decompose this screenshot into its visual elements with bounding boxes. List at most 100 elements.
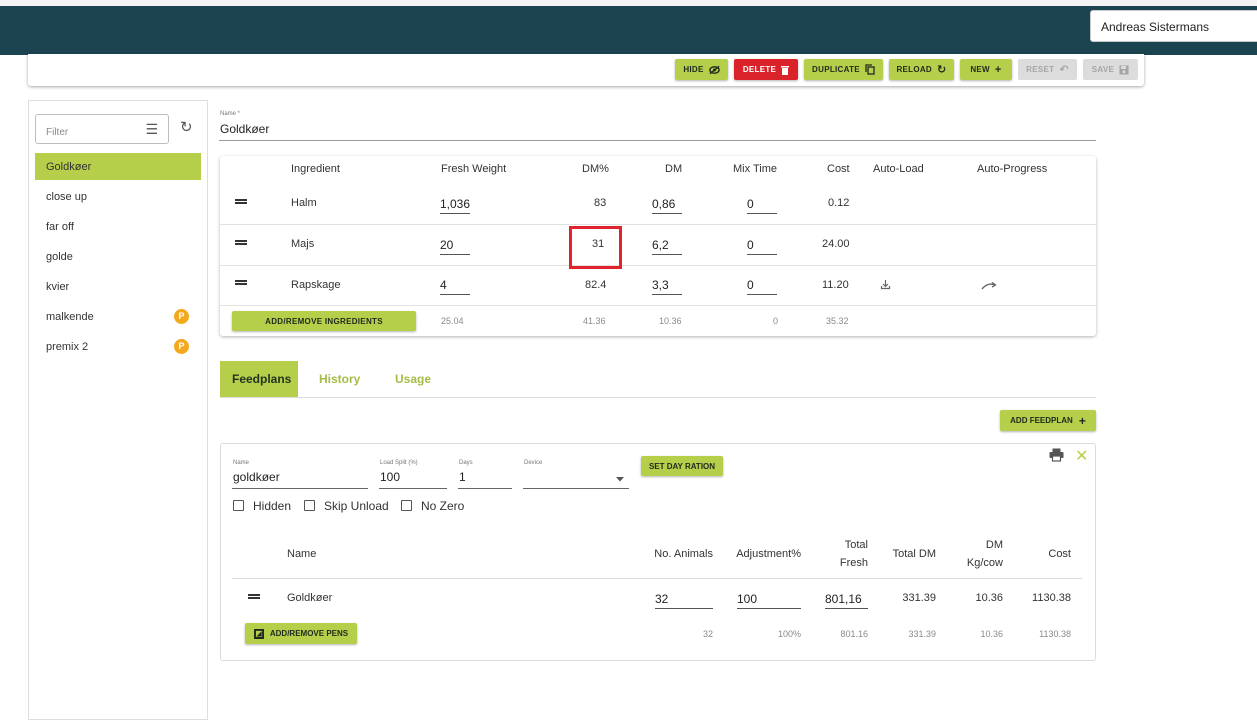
days-input[interactable]: 1 [459, 470, 466, 484]
fresh-weight-input[interactable]: 1,036 [440, 195, 470, 214]
col-ingredient: Ingredient [291, 163, 340, 175]
add-remove-pens-button[interactable]: ◩ ADD/REMOVE PENS [245, 623, 357, 644]
mix-time-input[interactable]: 0 [747, 195, 777, 214]
add-feedplan-button[interactable]: ADD FEEDPLAN + [1000, 410, 1096, 431]
feedplan-name-label: Name [233, 460, 250, 466]
user-name: Andreas Sistermans [1101, 20, 1210, 34]
new-label: NEW [970, 65, 990, 74]
total-dm-sum: 331.39 [908, 629, 936, 639]
fresh-weight-input[interactable]: 4 [440, 276, 470, 295]
dm-input[interactable]: 3,3 [652, 276, 682, 295]
highlight-box [569, 226, 622, 269]
sidebar-item-kvier[interactable]: kvier [35, 273, 201, 300]
no-animals-input[interactable]: 32 [655, 590, 713, 609]
user-menu[interactable]: Andreas Sistermans [1090, 10, 1257, 42]
auto-progress-icon[interactable] [981, 281, 997, 290]
tab-label: Usage [395, 372, 432, 386]
delete-label: DELETE [742, 65, 777, 74]
dm-input[interactable]: 0,86 [652, 195, 682, 214]
add-remove-pens-label: ADD/REMOVE PENS [269, 629, 349, 638]
total-animals: 32 [702, 629, 713, 639]
no-zero-label: No Zero [421, 499, 465, 513]
app-header [0, 6, 1257, 55]
eye-off-icon [708, 65, 720, 74]
add-remove-ingredients-button[interactable]: ADD/REMOVE INGREDIENTS [232, 311, 416, 331]
col-dm-kg-line2: Kg/cow [966, 557, 1003, 569]
sidebar-item-label: kvier [46, 281, 70, 293]
col-dm: DM [665, 163, 683, 175]
plus-icon: + [1078, 413, 1086, 428]
set-day-ration-button[interactable]: SET DAY RATION [641, 456, 723, 476]
row-divider [220, 305, 1096, 306]
delete-button[interactable]: DELETE [734, 59, 798, 80]
mix-time-input[interactable]: 0 [747, 276, 777, 295]
drag-handle-icon[interactable] [235, 199, 247, 204]
new-button[interactable]: NEW + [960, 59, 1012, 80]
hidden-checkbox[interactable] [233, 500, 244, 511]
skip-unload-checkbox[interactable] [304, 500, 315, 511]
col-cost: Cost [827, 163, 850, 175]
set-day-ration-label: SET DAY RATION [648, 461, 716, 471]
table-divider [232, 578, 1082, 579]
sidebar-item-goldkoer[interactable]: Goldkøer [35, 153, 201, 180]
tab-history[interactable]: History [307, 361, 372, 397]
hide-button[interactable]: HIDE [675, 59, 728, 80]
fresh-weight-input[interactable]: 20 [440, 236, 470, 255]
col-dm-kg-line1: DM [985, 539, 1003, 551]
reload-label: RELOAD [896, 65, 933, 74]
refresh-list-icon[interactable]: ↻ [180, 118, 193, 136]
no-zero-checkbox[interactable] [401, 500, 412, 511]
dm-input[interactable]: 6,2 [652, 236, 682, 255]
sidebar-item-close-up[interactable]: close up [35, 183, 201, 210]
input-underline [523, 488, 629, 489]
tab-label: Feedplans [232, 372, 292, 386]
total-fresh-input[interactable]: 801,16 [825, 590, 868, 609]
drag-handle-icon[interactable] [235, 280, 247, 285]
copy-icon [865, 64, 875, 75]
adjustment-input[interactable]: 100 [737, 590, 801, 609]
total-dm-value: 331.39 [902, 592, 936, 604]
cost-sum: 1130.38 [1039, 629, 1071, 639]
total-mix-time: 0 [773, 316, 779, 326]
dropdown-arrow-icon[interactable] [616, 477, 624, 482]
skip-unload-label: Skip Unload [324, 499, 389, 513]
feedplan-name-input[interactable]: goldkøer [233, 470, 280, 484]
col-auto-progress: Auto-Progress [977, 163, 1048, 175]
save-button[interactable]: SAVE [1083, 59, 1138, 80]
refresh-icon: ↻ [937, 64, 947, 76]
tab-feedplans[interactable]: Feedplans [220, 361, 298, 397]
name-field-label: Name * [220, 111, 241, 117]
pen-name: Goldkøer [287, 592, 333, 604]
sidebar-item-label: close up [46, 191, 87, 203]
row-divider [220, 224, 1096, 225]
sidebar-item-golde[interactable]: golde [35, 243, 201, 270]
ingredient-name: Majs [291, 238, 315, 250]
drag-handle-icon[interactable] [248, 594, 260, 599]
reset-button[interactable]: RESET ↶ [1018, 59, 1077, 80]
sidebar-item-far-off[interactable]: far off [35, 213, 201, 240]
reload-button[interactable]: RELOAD ↻ [889, 59, 954, 80]
tab-usage[interactable]: Usage [383, 361, 443, 397]
name-field[interactable]: Goldkøer [220, 122, 269, 136]
cost-value: 24.00 [822, 238, 850, 250]
filter-icon[interactable]: ☰ [145, 121, 158, 138]
save-label: SAVE [1091, 65, 1115, 74]
days-label: Days [459, 460, 473, 466]
dm-pct-value: 82.4 [585, 279, 607, 291]
load-split-input[interactable]: 100 [380, 470, 400, 484]
print-icon[interactable] [1049, 448, 1064, 462]
sidebar-item-label: far off [46, 221, 74, 233]
auto-load-icon[interactable] [880, 279, 891, 290]
row-divider [220, 265, 1096, 266]
mix-time-input[interactable]: 0 [747, 236, 777, 255]
col-total-fresh-line1: Total [844, 539, 868, 551]
duplicate-button[interactable]: DUPLICATE [804, 59, 883, 80]
filter-input[interactable]: Filter ☰ [35, 114, 169, 144]
name-field-underline [219, 140, 1096, 141]
total-cost: 35.32 [826, 316, 849, 326]
drag-handle-icon[interactable] [235, 240, 247, 245]
trash-icon [781, 65, 790, 75]
edit-icon: ◩ [253, 628, 264, 639]
close-icon[interactable]: ✕ [1075, 446, 1088, 466]
col-feed-cost: Cost [1048, 548, 1071, 560]
